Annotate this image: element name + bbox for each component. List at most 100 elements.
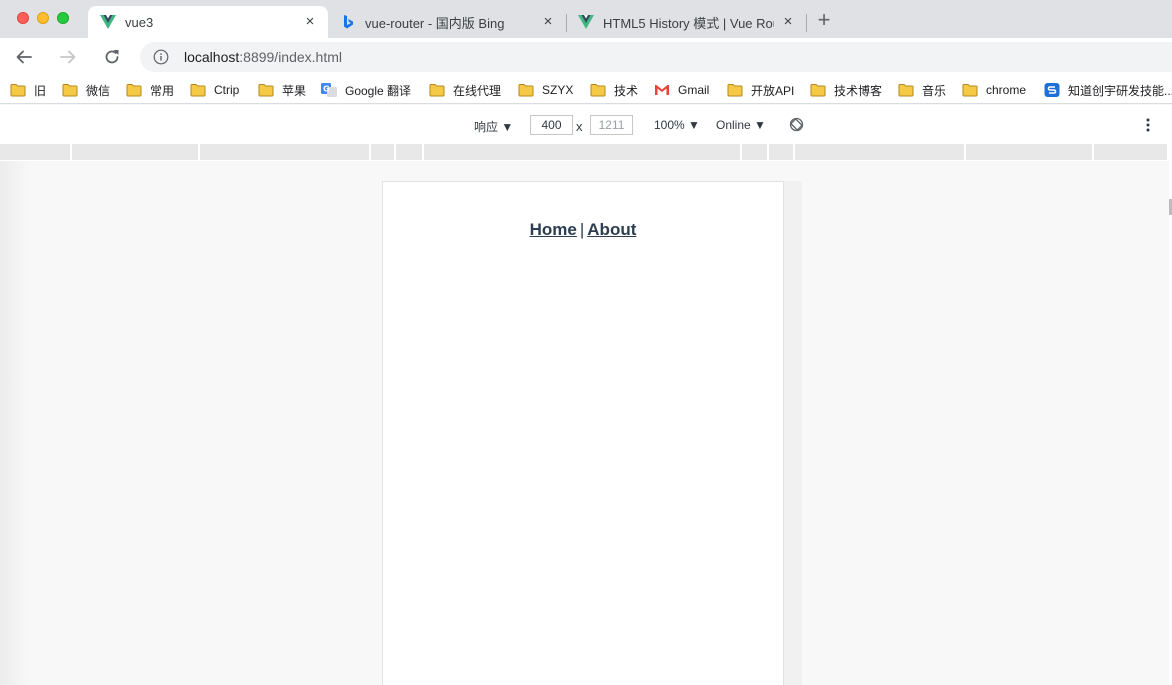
window-close-button[interactable] <box>17 12 29 24</box>
address-bar[interactable]: localhost:8899/index.html <box>140 42 1172 72</box>
reload-icon <box>105 50 119 64</box>
bookmarks-bar: 旧 微信 常用 Ctrip 苹果 G Google 翻译 在线代理 SZYX 技… <box>0 76 1172 104</box>
bookmark-item[interactable]: 在线代理 <box>429 81 501 99</box>
ruler-tick <box>198 144 200 160</box>
url-host: localhost <box>184 49 240 65</box>
ruler-bar <box>0 144 1167 160</box>
window-zoom-button[interactable] <box>57 12 69 24</box>
bookmark-label: 旧 <box>34 83 47 98</box>
bookmark-label: 知道创宇研发技能... <box>1068 83 1172 98</box>
dimension-separator: x <box>576 119 583 134</box>
folder-icon <box>10 84 26 97</box>
folder-icon <box>590 84 606 97</box>
viewport-width-input[interactable]: 400 <box>530 115 573 135</box>
ruler-tick <box>740 144 742 160</box>
browser-toolbar: localhost:8899/index.html <box>0 38 1172 76</box>
tab-title: HTML5 History 模式 | Vue Rout <box>603 15 774 31</box>
google-translate-icon: G <box>321 83 337 97</box>
bookmark-label: 技术 <box>614 83 639 98</box>
tab-close-icon[interactable]: × <box>540 14 556 30</box>
ruler-tick <box>422 144 424 160</box>
folder-icon <box>429 84 445 97</box>
tab-vue-router-bing[interactable]: vue-router - 国内版 Bing × <box>328 6 566 38</box>
bookmark-item[interactable]: 知道创宇研发技能... <box>1044 81 1172 99</box>
folder-icon <box>518 84 534 97</box>
media-query-ruler <box>0 143 1172 161</box>
ruler-tick <box>1092 144 1094 160</box>
tab-close-icon[interactable]: × <box>302 14 318 30</box>
bookmark-item[interactable]: 苹果 <box>258 81 306 99</box>
folder-icon <box>126 84 142 97</box>
tab-html5-history[interactable]: HTML5 History 模式 | Vue Rout × <box>566 6 806 38</box>
device-frame-shadow <box>784 181 802 685</box>
network-throttle-dropdown[interactable]: Online ▼ <box>716 118 766 132</box>
new-tab-button[interactable]: + <box>812 9 836 33</box>
back-button[interactable] <box>12 45 36 69</box>
rotate-icon[interactable] <box>789 117 804 132</box>
knownsec-icon <box>1044 83 1060 97</box>
bookmark-item[interactable]: 微信 <box>62 81 110 99</box>
bookmark-item[interactable]: chrome <box>962 81 1026 99</box>
arrow-left-icon <box>16 50 32 64</box>
bookmark-item[interactable]: Ctrip <box>190 81 239 99</box>
url-path: :8899/index.html <box>239 49 342 65</box>
tab-separator <box>806 14 807 32</box>
app-nav: Home | About <box>383 220 783 240</box>
bookmark-label: chrome <box>986 83 1027 97</box>
bookmark-item[interactable]: 常用 <box>126 81 174 99</box>
folder-icon <box>62 84 78 97</box>
device-mode-dropdown[interactable]: 响应 ▼ <box>474 118 513 135</box>
bookmark-item[interactable]: Gmail <box>654 81 709 99</box>
bookmark-label: 开放API <box>751 83 795 98</box>
bookmark-item[interactable]: 音乐 <box>898 81 946 99</box>
tab-close-icon[interactable]: × <box>780 14 796 30</box>
viewport-height-input[interactable]: 1211 <box>590 115 633 135</box>
vue-logo-icon <box>100 15 116 29</box>
tab-title: vue-router - 国内版 Bing <box>365 15 505 31</box>
bookmark-label: Ctrip <box>214 83 240 97</box>
more-options-icon[interactable] <box>1140 117 1156 133</box>
viewport-shading <box>0 161 30 685</box>
bookmark-label: 在线代理 <box>453 83 502 98</box>
bookmark-label: 微信 <box>86 83 111 98</box>
device-toolbar: 响应 ▼ 400 x 1211 100% ▼ Online ▼ <box>0 105 1172 143</box>
bookmark-item[interactable]: 技术 <box>590 81 638 99</box>
device-frame: Home | About <box>382 181 784 685</box>
ruler-tick <box>964 144 966 160</box>
tab-title: vue3 <box>125 14 154 30</box>
gmail-icon <box>655 85 669 95</box>
ruler-tick <box>70 144 72 160</box>
bookmark-label: 音乐 <box>922 83 947 98</box>
nav-link-home[interactable]: Home <box>530 220 577 239</box>
svg-text:G: G <box>323 85 330 94</box>
info-icon[interactable] <box>153 49 169 65</box>
folder-icon <box>898 84 914 97</box>
ruler-tick <box>767 144 769 160</box>
bing-logo-icon <box>344 15 353 29</box>
folder-icon <box>962 84 978 97</box>
bookmark-label: Google 翻译 <box>345 83 412 98</box>
bookmark-item[interactable]: SZYX <box>518 81 573 99</box>
reload-button[interactable] <box>100 45 124 69</box>
folder-icon <box>190 84 206 97</box>
folder-icon <box>810 84 826 97</box>
bookmark-item[interactable]: G Google 翻译 <box>321 81 411 99</box>
nav-link-about[interactable]: About <box>587 220 636 239</box>
forward-button[interactable] <box>56 45 80 69</box>
bookmark-label: SZYX <box>542 83 574 97</box>
folder-icon <box>727 84 743 97</box>
vue-logo-icon <box>578 15 594 29</box>
bookmark-item[interactable]: 技术博客 <box>810 81 882 99</box>
bookmark-label: Gmail <box>678 83 710 97</box>
zoom-dropdown[interactable]: 100% ▼ <box>654 118 700 132</box>
bookmark-label: 常用 <box>150 83 175 98</box>
tab-vue3[interactable]: vue3 × <box>88 6 328 38</box>
bookmark-label: 苹果 <box>282 83 307 98</box>
bookmark-item[interactable]: 旧 <box>10 81 46 99</box>
tab-strip: vue3 × vue-router - 国内版 Bing × HTML5 His… <box>0 0 1172 38</box>
ruler-tick <box>793 144 795 160</box>
bookmark-label: 技术博客 <box>834 83 883 98</box>
bookmark-item[interactable]: 开放API <box>727 81 794 99</box>
window-minimize-button[interactable] <box>37 12 49 24</box>
nav-separator: | <box>579 220 585 239</box>
